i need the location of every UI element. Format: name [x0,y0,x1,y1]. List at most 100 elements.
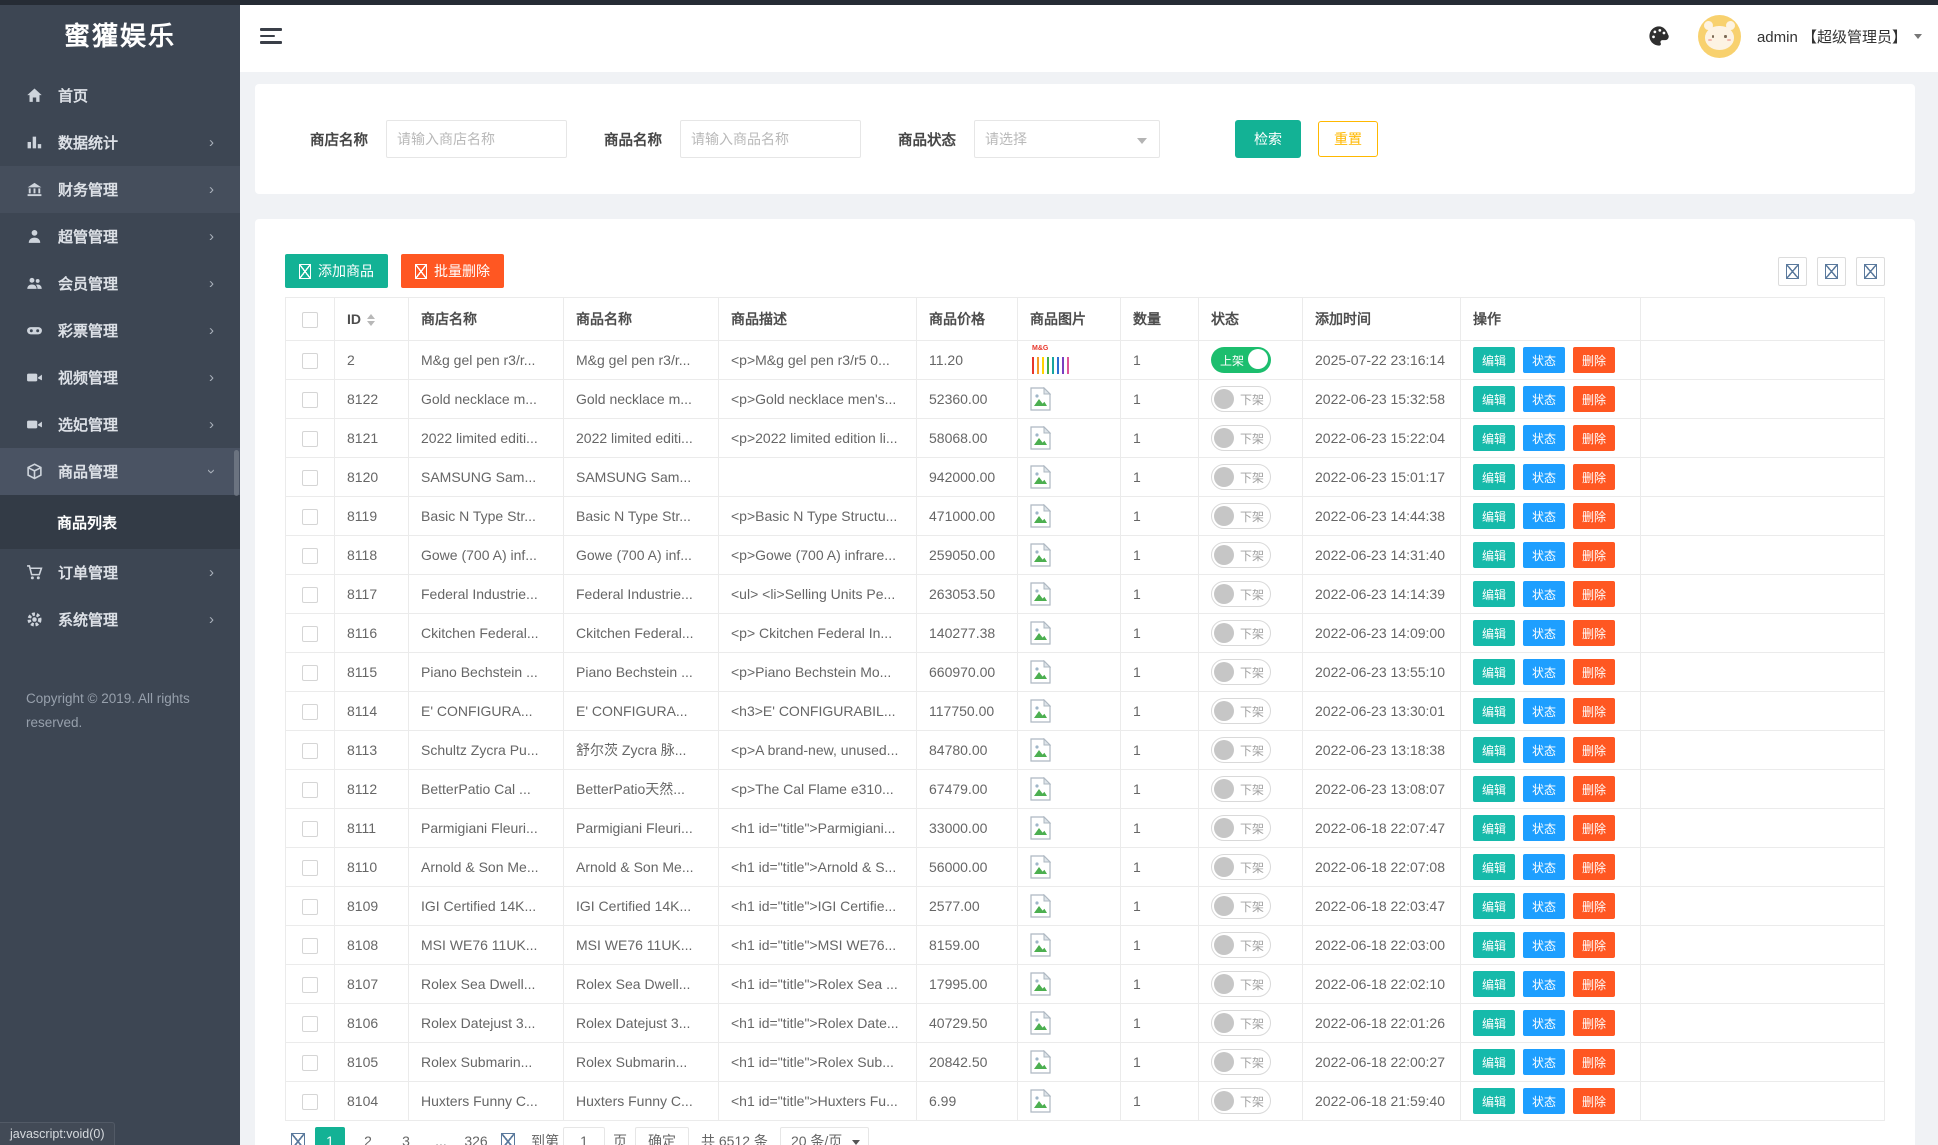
edit-button[interactable]: 编辑 [1473,971,1515,997]
row-checkbox[interactable] [302,821,318,837]
page-number[interactable]: ... [426,1127,456,1145]
edit-button[interactable]: 编辑 [1473,503,1515,529]
status-button[interactable]: 状态 [1523,464,1565,490]
add-product-button[interactable]: 添加商品 [285,254,388,288]
status-button[interactable]: 状态 [1523,698,1565,724]
row-checkbox[interactable] [302,353,318,369]
status-button[interactable]: 状态 [1523,620,1565,646]
status-button[interactable]: 状态 [1523,542,1565,568]
status-button[interactable]: 状态 [1523,425,1565,451]
status-toggle-off[interactable]: 下架 [1211,425,1271,451]
status-button[interactable]: 状态 [1523,503,1565,529]
row-checkbox[interactable] [302,587,318,603]
sidebar-item[interactable]: 彩票管理 › [0,307,240,354]
edit-button[interactable]: 编辑 [1473,659,1515,685]
delete-button[interactable]: 删除 [1573,425,1615,451]
shop-name-input[interactable] [386,120,567,158]
status-toggle-off[interactable]: 下架 [1211,815,1271,841]
delete-button[interactable]: 删除 [1573,581,1615,607]
sidebar-item[interactable]: 商品管理 › [0,448,240,495]
sidebar-item[interactable]: 会员管理 › [0,260,240,307]
edit-button[interactable]: 编辑 [1473,698,1515,724]
row-checkbox[interactable] [302,1016,318,1032]
status-toggle-off[interactable]: 下架 [1211,1049,1271,1075]
sidebar-scrollbar-thumb[interactable] [234,450,239,496]
delete-button[interactable]: 删除 [1573,659,1615,685]
status-toggle-off[interactable]: 下架 [1211,542,1271,568]
row-checkbox[interactable] [302,860,318,876]
edit-button[interactable]: 编辑 [1473,737,1515,763]
avatar[interactable] [1698,15,1741,58]
prev-page-button[interactable] [291,1133,305,1145]
row-checkbox[interactable] [302,1055,318,1071]
table-tool-button-1[interactable] [1778,257,1807,286]
goto-page-input[interactable] [563,1127,605,1145]
sidebar-item[interactable]: 视频管理 › [0,354,240,401]
delete-button[interactable]: 删除 [1573,932,1615,958]
row-checkbox[interactable] [302,977,318,993]
sidebar-item[interactable]: 商品列表 [0,495,240,549]
status-button[interactable]: 状态 [1523,581,1565,607]
row-checkbox[interactable] [302,392,318,408]
status-toggle-off[interactable]: 下架 [1211,464,1271,490]
status-button[interactable]: 状态 [1523,386,1565,412]
status-toggle-off[interactable]: 下架 [1211,854,1271,880]
delete-button[interactable]: 删除 [1573,971,1615,997]
edit-button[interactable]: 编辑 [1473,1010,1515,1036]
delete-button[interactable]: 删除 [1573,620,1615,646]
delete-button[interactable]: 删除 [1573,503,1615,529]
delete-button[interactable]: 删除 [1573,464,1615,490]
edit-button[interactable]: 编辑 [1473,425,1515,451]
edit-button[interactable]: 编辑 [1473,893,1515,919]
edit-button[interactable]: 编辑 [1473,347,1515,373]
per-page-select[interactable]: 20 条/页 [780,1127,869,1145]
select-all-checkbox[interactable] [302,312,318,328]
status-toggle-off[interactable]: 下架 [1211,737,1271,763]
delete-button[interactable]: 删除 [1573,698,1615,724]
edit-button[interactable]: 编辑 [1473,620,1515,646]
row-checkbox[interactable] [302,548,318,564]
page-number[interactable]: 326 [461,1127,491,1145]
sidebar-item[interactable]: 首页 [0,72,240,119]
sidebar-item[interactable]: 选妃管理 › [0,401,240,448]
edit-button[interactable]: 编辑 [1473,1088,1515,1114]
delete-button[interactable]: 删除 [1573,1088,1615,1114]
edit-button[interactable]: 编辑 [1473,854,1515,880]
delete-button[interactable]: 删除 [1573,386,1615,412]
menu-toggle-icon[interactable] [260,24,284,48]
delete-button[interactable]: 删除 [1573,815,1615,841]
status-toggle-off[interactable]: 下架 [1211,659,1271,685]
delete-button[interactable]: 删除 [1573,347,1615,373]
delete-button[interactable]: 删除 [1573,1049,1615,1075]
table-tool-button-2[interactable] [1817,257,1846,286]
status-toggle-off[interactable]: 下架 [1211,581,1271,607]
username[interactable]: admin 【超级管理员】 [1757,26,1907,47]
sidebar-item[interactable]: 数据统计 › [0,119,240,166]
edit-button[interactable]: 编辑 [1473,932,1515,958]
edit-button[interactable]: 编辑 [1473,542,1515,568]
status-button[interactable]: 状态 [1523,815,1565,841]
row-checkbox[interactable] [302,431,318,447]
status-button[interactable]: 状态 [1523,854,1565,880]
edit-button[interactable]: 编辑 [1473,581,1515,607]
next-page-button[interactable] [501,1133,515,1145]
row-checkbox[interactable] [302,899,318,915]
sidebar-item[interactable]: 财务管理 › [0,166,240,213]
row-checkbox[interactable] [302,665,318,681]
status-toggle-off[interactable]: 下架 [1211,1010,1271,1036]
product-status-select[interactable]: 请选择 [974,120,1160,158]
edit-button[interactable]: 编辑 [1473,464,1515,490]
edit-button[interactable]: 编辑 [1473,815,1515,841]
status-toggle-off[interactable]: 下架 [1211,698,1271,724]
status-button[interactable]: 状态 [1523,347,1565,373]
row-checkbox[interactable] [302,470,318,486]
status-toggle-off[interactable]: 下架 [1211,776,1271,802]
status-toggle-off[interactable]: 下架 [1211,971,1271,997]
delete-button[interactable]: 删除 [1573,854,1615,880]
product-name-input[interactable] [680,120,861,158]
row-checkbox[interactable] [302,626,318,642]
status-button[interactable]: 状态 [1523,893,1565,919]
edit-button[interactable]: 编辑 [1473,386,1515,412]
sidebar-item[interactable]: 超管管理 › [0,213,240,260]
status-button[interactable]: 状态 [1523,659,1565,685]
